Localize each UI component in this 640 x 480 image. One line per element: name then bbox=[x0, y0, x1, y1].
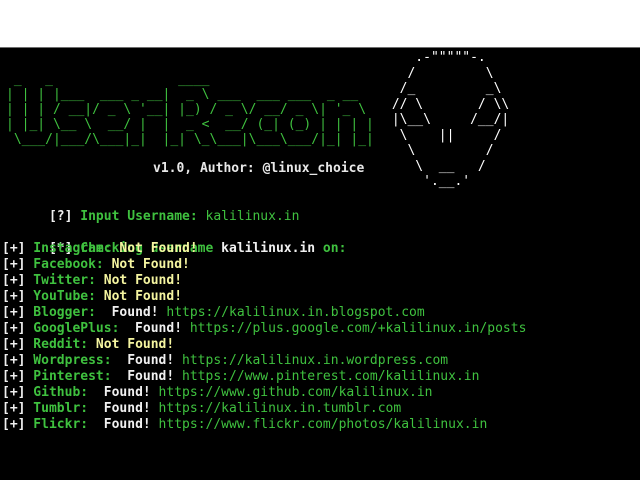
result-row: [+] Tumblr: Found! https://kalilinux.in.… bbox=[2, 401, 526, 417]
result-row: [+] Flickr: Found! https://www.flickr.co… bbox=[2, 417, 526, 433]
result-profile-url[interactable]: https://kalilinux.in.wordpress.com bbox=[174, 353, 448, 368]
result-prefix: [+] bbox=[2, 289, 26, 304]
status-found: Found! bbox=[111, 353, 175, 368]
checking-username: kalilinux.in bbox=[221, 241, 316, 256]
userrecon-ascii-banner: _ _ ____ | | | |___ ___ _ __| _ \ ___ __… bbox=[6, 72, 374, 147]
result-row: [+] YouTube: Not Found! bbox=[2, 289, 526, 305]
result-site-name: Pinterest: bbox=[25, 369, 112, 384]
status-not-found: Not Found! bbox=[111, 241, 198, 256]
result-profile-url[interactable]: https://kalilinux.in.blogspot.com bbox=[159, 305, 424, 320]
result-prefix: [+] bbox=[2, 417, 26, 432]
checking-line: [*] Checking username kalilinux.in on: bbox=[2, 225, 526, 256]
result-row: [+] Pinterest: Found! https://www.pinter… bbox=[2, 369, 526, 385]
input-username-label: Input Username: bbox=[72, 209, 206, 224]
result-prefix: [+] bbox=[2, 337, 26, 352]
terminal-output: [?] Input Username: kalilinux.in [*] Che… bbox=[2, 193, 526, 433]
result-site-name: Wordpress: bbox=[25, 353, 112, 368]
result-site-name: Twitter: bbox=[25, 273, 96, 288]
version-author-line: v1.0, Author: @linux_choice bbox=[153, 161, 365, 176]
status-found: Found! bbox=[119, 321, 183, 336]
input-username-line: [?] Input Username: kalilinux.in bbox=[2, 193, 526, 224]
result-site-name: Facebook: bbox=[25, 257, 104, 272]
result-profile-url[interactable]: https://plus.google.com/+kalilinux.in/po… bbox=[182, 321, 527, 336]
result-prefix: [+] bbox=[2, 369, 26, 384]
window-top-divider bbox=[0, 47, 640, 48]
window-top-bar bbox=[0, 0, 640, 48]
status-not-found: Not Found! bbox=[95, 289, 183, 304]
status-not-found: Not Found! bbox=[88, 337, 175, 352]
result-site-name: Instagram: bbox=[25, 241, 112, 256]
result-row: [+] Github: Found! https://www.github.co… bbox=[2, 385, 526, 401]
status-found: Found! bbox=[88, 401, 151, 416]
result-row: [+] Twitter: Not Found! bbox=[2, 273, 526, 289]
result-profile-url[interactable]: https://www.github.com/kalilinux.in bbox=[151, 385, 433, 400]
result-row: [+] Reddit: Not Found! bbox=[2, 337, 526, 353]
result-profile-url[interactable]: https://www.flickr.com/photos/kalilinux.… bbox=[151, 417, 488, 432]
checking-text-after: on: bbox=[315, 241, 347, 256]
alien-ascii-art: .-"""""-. / \ /_ _\ // \ / \\ |\__\ /__/… bbox=[391, 50, 510, 189]
result-site-name: Flickr: bbox=[25, 417, 89, 432]
result-row: [+] GooglePlus: Found! https://plus.goog… bbox=[2, 321, 526, 337]
result-prefix: [+] bbox=[2, 273, 26, 288]
result-row: [+] Facebook: Not Found! bbox=[2, 257, 526, 273]
terminal-window: _ _ ____ | | | |___ ___ _ __| _ \ ___ __… bbox=[0, 0, 640, 480]
result-site-name: Blogger: bbox=[25, 305, 96, 320]
result-prefix: [+] bbox=[2, 385, 26, 400]
status-found: Found! bbox=[95, 305, 159, 320]
status-found: Found! bbox=[88, 385, 151, 400]
result-site-name: GooglePlus: bbox=[25, 321, 120, 336]
status-found: Found! bbox=[88, 417, 151, 432]
result-prefix: [+] bbox=[2, 321, 26, 336]
result-site-name: Reddit: bbox=[25, 337, 89, 352]
status-not-found: Not Found! bbox=[103, 257, 190, 272]
result-site-name: YouTube: bbox=[25, 289, 96, 304]
prompt-prefix: [?] bbox=[48, 209, 73, 224]
results-list: [+] Instagram: Not Found! [+] Facebook: N… bbox=[2, 241, 526, 433]
status-not-found: Not Found! bbox=[95, 273, 183, 288]
input-username-value: kalilinux.in bbox=[205, 209, 300, 224]
result-prefix: [+] bbox=[2, 353, 26, 368]
result-site-name: Tumblr: bbox=[25, 401, 89, 416]
result-prefix: [+] bbox=[2, 401, 26, 416]
result-row: [+] Blogger: Found! https://kalilinux.in… bbox=[2, 305, 526, 321]
result-row: [+] Wordpress: Found! https://kalilinux.… bbox=[2, 353, 526, 369]
status-found: Found! bbox=[111, 369, 175, 384]
result-site-name: Github: bbox=[25, 385, 89, 400]
result-profile-url[interactable]: https://kalilinux.in.tumblr.com bbox=[151, 401, 402, 416]
result-prefix: [+] bbox=[2, 257, 26, 272]
result-prefix: [+] bbox=[2, 305, 26, 320]
result-prefix: [+] bbox=[2, 241, 26, 256]
result-profile-url[interactable]: https://www.pinterest.com/kalilinux.in bbox=[174, 369, 479, 384]
